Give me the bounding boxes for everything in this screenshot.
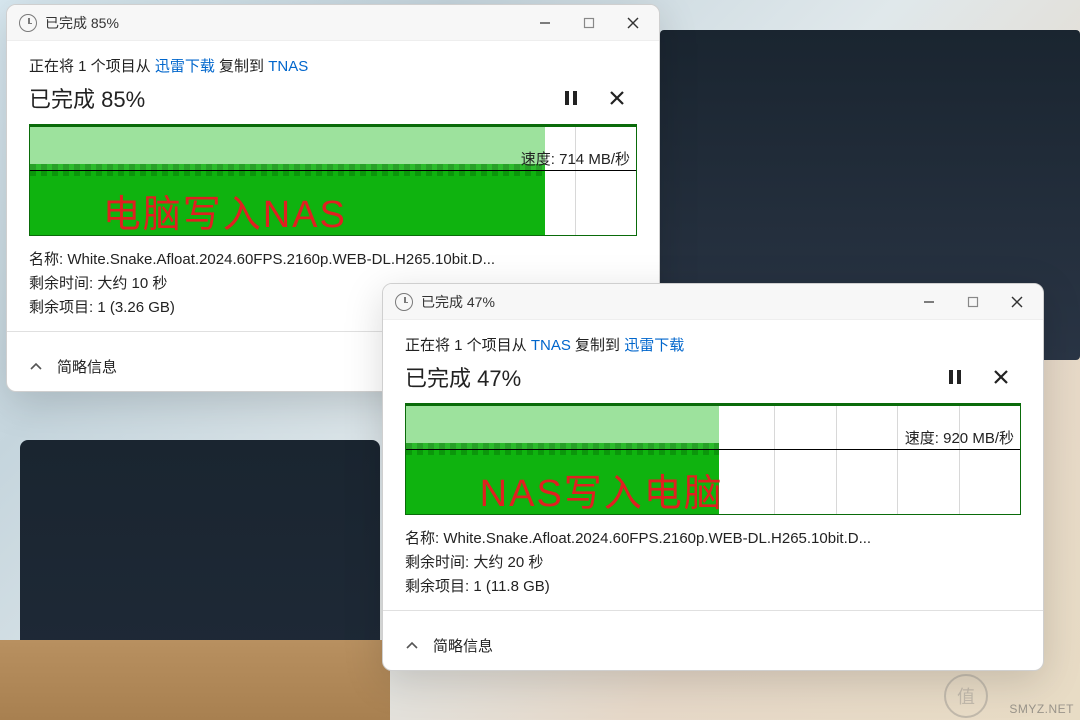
copy-dialog-2: 已完成 47% 正在将 1 个项目从 TNAS 复制到 迅雷下载 已完成 47% bbox=[382, 283, 1044, 671]
chart-midline bbox=[30, 170, 636, 171]
copy-description: 正在将 1 个项目从 TNAS 复制到 迅雷下载 bbox=[405, 334, 1021, 355]
dest-link[interactable]: TNAS bbox=[268, 58, 308, 75]
chevron-up-icon bbox=[405, 639, 419, 653]
chevron-up-icon bbox=[29, 360, 43, 374]
close-button[interactable] bbox=[611, 7, 655, 39]
clock-icon bbox=[19, 14, 37, 32]
file-name-row: 名称: White.Snake.Afloat.2024.60FPS.2160p.… bbox=[29, 248, 637, 269]
details-label: 简略信息 bbox=[433, 635, 493, 656]
transfer-chart: 速度: 920 MB/秒 NAS写入电脑 bbox=[405, 403, 1021, 515]
titlebar[interactable]: 已完成 47% bbox=[383, 284, 1043, 320]
copy-prefix: 正在将 1 个项目从 bbox=[29, 58, 155, 75]
dialog-body: 正在将 1 个项目从 TNAS 复制到 迅雷下载 已完成 47% 速度: 920… bbox=[383, 320, 1043, 621]
minimize-button[interactable] bbox=[907, 286, 951, 318]
cancel-button[interactable] bbox=[981, 362, 1021, 392]
copy-description: 正在将 1 个项目从 迅雷下载 复制到 TNAS bbox=[29, 55, 637, 76]
titlebar[interactable]: 已完成 85% bbox=[7, 5, 659, 41]
minimize-button[interactable] bbox=[523, 7, 567, 39]
items-remaining-row: 剩余项目: 1 (11.8 GB) bbox=[405, 575, 1021, 596]
background-table bbox=[0, 640, 390, 720]
file-name-row: 名称: White.Snake.Afloat.2024.60FPS.2160p.… bbox=[405, 527, 1021, 548]
copy-mid: 复制到 bbox=[571, 337, 624, 354]
copy-prefix: 正在将 1 个项目从 bbox=[405, 337, 531, 354]
chart-midline bbox=[406, 449, 1020, 450]
close-button[interactable] bbox=[995, 286, 1039, 318]
overlay-annotation: 电脑写入NAS bbox=[103, 183, 347, 236]
details-toggle[interactable]: 简略信息 bbox=[383, 621, 1043, 670]
watermark-badge: 值 bbox=[944, 674, 988, 718]
pause-button[interactable] bbox=[935, 362, 975, 392]
transfer-chart: 速度: 714 MB/秒 电脑写入NAS bbox=[29, 124, 637, 236]
copy-mid: 复制到 bbox=[215, 58, 268, 75]
overlay-annotation: NAS写入电脑 bbox=[480, 462, 724, 515]
progress-heading: 已完成 85% bbox=[29, 82, 545, 114]
source-link[interactable]: TNAS bbox=[531, 337, 571, 354]
window-title: 已完成 85% bbox=[45, 13, 119, 33]
pause-button[interactable] bbox=[551, 83, 591, 113]
progress-heading: 已完成 47% bbox=[405, 361, 929, 393]
watermark-text: SMYZ.NET bbox=[1009, 702, 1074, 716]
speed-label: 速度: 714 MB/秒 bbox=[521, 148, 630, 169]
cancel-button[interactable] bbox=[597, 83, 637, 113]
speed-label: 速度: 920 MB/秒 bbox=[905, 427, 1014, 448]
maximize-button[interactable] bbox=[567, 7, 611, 39]
clock-icon bbox=[395, 293, 413, 311]
divider bbox=[383, 610, 1043, 611]
time-remaining-row: 剩余时间: 大约 20 秒 bbox=[405, 551, 1021, 572]
source-link[interactable]: 迅雷下载 bbox=[155, 58, 215, 75]
details-label: 简略信息 bbox=[57, 356, 117, 377]
dest-link[interactable]: 迅雷下载 bbox=[624, 337, 684, 354]
maximize-button[interactable] bbox=[951, 286, 995, 318]
window-title: 已完成 47% bbox=[421, 292, 495, 312]
